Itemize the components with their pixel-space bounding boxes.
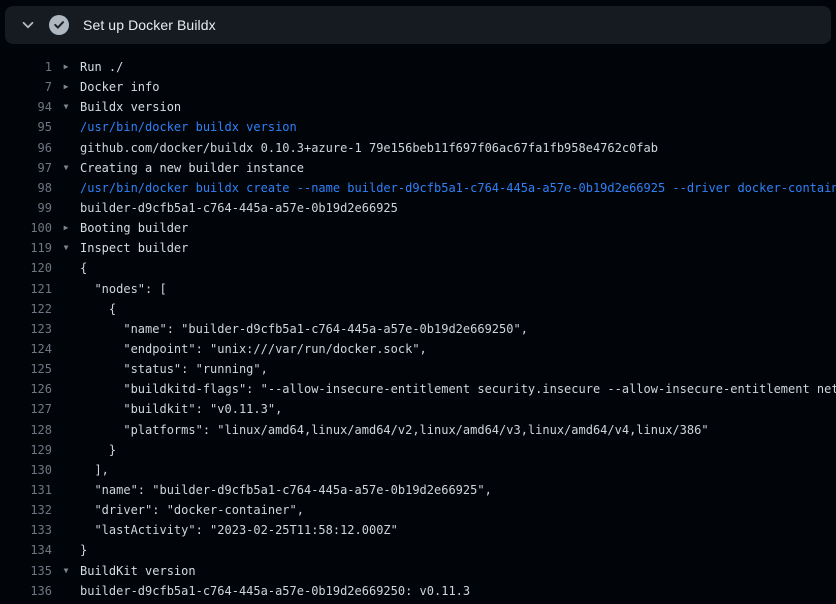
caret-collapsed-icon[interactable]: ▶ — [52, 218, 80, 238]
line-number[interactable]: 1 — [0, 57, 52, 77]
log-text: "status": "running", — [80, 359, 268, 379]
log-text: "endpoint": "unix:///var/run/docker.sock… — [80, 339, 427, 359]
log-line: 133 "lastActivity": "2023-02-25T11:58:12… — [0, 520, 836, 540]
log-viewer: 1 ▶ Run ./ 7 ▶ Docker info 94 ▼ Buildx v… — [0, 44, 836, 604]
log-line: 129 } — [0, 440, 836, 460]
log-text: builder-d9cfb5a1-c764-445a-a57e-0b19d2e6… — [80, 581, 470, 601]
line-number[interactable]: 128 — [0, 420, 52, 440]
log-text: } — [80, 440, 116, 460]
line-number[interactable]: 95 — [0, 117, 52, 137]
log-text: "name": "builder-d9cfb5a1-c764-445a-a57e… — [80, 319, 528, 339]
log-line: 136 builder-d9cfb5a1-c764-445a-a57e-0b19… — [0, 581, 836, 601]
line-number[interactable]: 122 — [0, 299, 52, 319]
caret-expanded-icon[interactable]: ▼ — [52, 238, 80, 258]
line-number[interactable]: 124 — [0, 339, 52, 359]
line-number[interactable]: 100 — [0, 218, 52, 238]
caret-expanded-icon[interactable]: ▼ — [52, 97, 80, 117]
log-text: Run ./ — [80, 57, 123, 77]
log-line[interactable]: 97 ▼ Creating a new builder instance — [0, 158, 836, 178]
log-line[interactable]: 1 ▶ Run ./ — [0, 57, 836, 77]
log-line[interactable]: 100 ▶ Booting builder — [0, 218, 836, 238]
log-text: "name": "builder-d9cfb5a1-c764-445a-a57e… — [80, 480, 492, 500]
log-text: Creating a new builder instance — [80, 158, 304, 178]
line-number[interactable]: 129 — [0, 440, 52, 460]
line-number[interactable]: 136 — [0, 581, 52, 601]
line-number[interactable]: 121 — [0, 279, 52, 299]
caret-collapsed-icon[interactable]: ▶ — [52, 57, 80, 77]
log-line: 126 "buildkitd-flags": "--allow-insecure… — [0, 379, 836, 399]
log-line: 127 "buildkit": "v0.11.3", — [0, 399, 836, 419]
log-line[interactable]: 7 ▶ Docker info — [0, 77, 836, 97]
line-number[interactable]: 131 — [0, 480, 52, 500]
log-text: Docker info — [80, 77, 159, 97]
log-line: 98 /usr/bin/docker buildx create --name … — [0, 178, 836, 198]
log-line: 95 /usr/bin/docker buildx version — [0, 117, 836, 137]
log-text: /usr/bin/docker buildx version — [80, 117, 297, 137]
log-text: github.com/docker/buildx 0.10.3+azure-1 … — [80, 138, 658, 158]
log-line: 99 builder-d9cfb5a1-c764-445a-a57e-0b19d… — [0, 198, 836, 218]
line-number[interactable]: 127 — [0, 399, 52, 419]
line-number[interactable]: 96 — [0, 138, 52, 158]
log-text: "platforms": "linux/amd64,linux/amd64/v2… — [80, 420, 709, 440]
line-number[interactable]: 132 — [0, 500, 52, 520]
line-number[interactable]: 94 — [0, 97, 52, 117]
log-text: /usr/bin/docker buildx create --name bui… — [80, 178, 836, 198]
log-text: builder-d9cfb5a1-c764-445a-a57e-0b19d2e6… — [80, 198, 398, 218]
log-line: 132 "driver": "docker-container", — [0, 500, 836, 520]
step-title: Set up Docker Buildx — [83, 17, 216, 33]
line-number[interactable]: 135 — [0, 561, 52, 581]
step-header[interactable]: Set up Docker Buildx — [5, 6, 831, 44]
log-line: 96 github.com/docker/buildx 0.10.3+azure… — [0, 138, 836, 158]
log-text: { — [80, 258, 87, 278]
line-number[interactable]: 98 — [0, 178, 52, 198]
log-text: } — [80, 540, 87, 560]
log-line: 131 "name": "builder-d9cfb5a1-c764-445a-… — [0, 480, 836, 500]
log-line: 134 } — [0, 540, 836, 560]
line-number[interactable]: 119 — [0, 238, 52, 258]
log-line: 122 { — [0, 299, 836, 319]
line-number[interactable]: 7 — [0, 77, 52, 97]
line-number[interactable]: 133 — [0, 520, 52, 540]
log-text: Booting builder — [80, 218, 188, 238]
line-number[interactable]: 125 — [0, 359, 52, 379]
log-text: "nodes": [ — [80, 279, 167, 299]
log-line: 125 "status": "running", — [0, 359, 836, 379]
log-line: 121 "nodes": [ — [0, 279, 836, 299]
log-text: Inspect builder — [80, 238, 188, 258]
caret-expanded-icon[interactable]: ▼ — [52, 158, 80, 178]
line-number[interactable]: 134 — [0, 540, 52, 560]
log-line: 123 "name": "builder-d9cfb5a1-c764-445a-… — [0, 319, 836, 339]
log-text: "buildkitd-flags": "--allow-insecure-ent… — [80, 379, 836, 399]
line-number[interactable]: 130 — [0, 460, 52, 480]
line-number[interactable]: 123 — [0, 319, 52, 339]
log-text: "lastActivity": "2023-02-25T11:58:12.000… — [80, 520, 398, 540]
line-number[interactable]: 99 — [0, 198, 52, 218]
log-line[interactable]: 119 ▼ Inspect builder — [0, 238, 836, 258]
log-line[interactable]: 135 ▼ BuildKit version — [0, 561, 836, 581]
log-text: { — [80, 299, 116, 319]
log-text: Buildx version — [80, 97, 181, 117]
caret-expanded-icon[interactable]: ▼ — [52, 561, 80, 581]
actions-log-panel: Set up Docker Buildx 1 ▶ Run ./ 7 ▶ Dock… — [0, 0, 836, 604]
caret-collapsed-icon[interactable]: ▶ — [52, 77, 80, 97]
log-line: 124 "endpoint": "unix:///var/run/docker.… — [0, 339, 836, 359]
log-line: 128 "platforms": "linux/amd64,linux/amd6… — [0, 420, 836, 440]
log-text: "buildkit": "v0.11.3", — [80, 399, 282, 419]
log-line: 130 ], — [0, 460, 836, 480]
line-number[interactable]: 97 — [0, 158, 52, 178]
log-text: "driver": "docker-container", — [80, 500, 304, 520]
log-text: BuildKit version — [80, 561, 196, 581]
line-number[interactable]: 120 — [0, 258, 52, 278]
check-circle-icon — [49, 15, 69, 35]
log-line[interactable]: 94 ▼ Buildx version — [0, 97, 836, 117]
log-text: ], — [80, 460, 109, 480]
log-line: 120 { — [0, 258, 836, 278]
line-number[interactable]: 126 — [0, 379, 52, 399]
chevron-down-icon[interactable] — [19, 16, 37, 34]
